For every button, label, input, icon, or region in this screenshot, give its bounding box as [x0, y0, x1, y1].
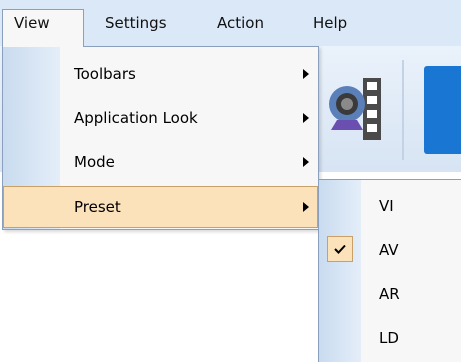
menu-view[interactable]: View	[2, 9, 84, 47]
menu-item-preset[interactable]: Preset	[3, 186, 318, 228]
menu-item-application-look[interactable]: Application Look	[3, 97, 318, 139]
menu-item-toolbars[interactable]: Toolbars	[3, 53, 318, 95]
submenu-item-av-label: AV	[379, 241, 399, 259]
toolbar-blue-button[interactable]	[424, 66, 461, 154]
menu-item-toolbars-label: Toolbars	[74, 65, 136, 83]
menu-help-label: Help	[313, 14, 348, 32]
view-menu-dropdown: Toolbars Application Look Mode Preset	[2, 46, 319, 230]
submenu-item-ar[interactable]: AR	[319, 273, 461, 315]
check-icon	[327, 236, 353, 262]
menu-bar: View Settings Action Help	[0, 0, 461, 47]
submenu-arrow-icon	[303, 157, 309, 167]
submenu-item-av[interactable]: AV	[319, 229, 461, 271]
submenu-item-vi-label: VI	[379, 197, 394, 215]
menu-action[interactable]: Action	[217, 9, 264, 38]
submenu-item-ar-label: AR	[379, 285, 400, 303]
menu-item-mode-label: Mode	[74, 153, 115, 171]
submenu-item-ld-label: LD	[379, 329, 399, 347]
submenu-item-vi[interactable]: VI	[319, 185, 461, 227]
submenu-arrow-icon	[303, 202, 309, 212]
menu-item-mode[interactable]: Mode	[3, 141, 318, 183]
menu-settings[interactable]: Settings	[105, 9, 167, 38]
preset-submenu: VI AV AR LD	[318, 179, 461, 362]
webcam-film-icon[interactable]	[325, 78, 387, 140]
menu-action-label: Action	[217, 14, 264, 32]
submenu-arrow-icon	[303, 113, 309, 123]
menu-item-preset-label: Preset	[74, 198, 121, 216]
menu-settings-label: Settings	[105, 14, 167, 32]
menu-view-label: View	[14, 14, 50, 32]
submenu-item-ld[interactable]: LD	[319, 317, 461, 359]
menu-item-application-look-label: Application Look	[74, 109, 198, 127]
menu-help[interactable]: Help	[313, 9, 347, 38]
submenu-arrow-icon	[303, 69, 309, 79]
toolbar-separator	[402, 60, 404, 160]
